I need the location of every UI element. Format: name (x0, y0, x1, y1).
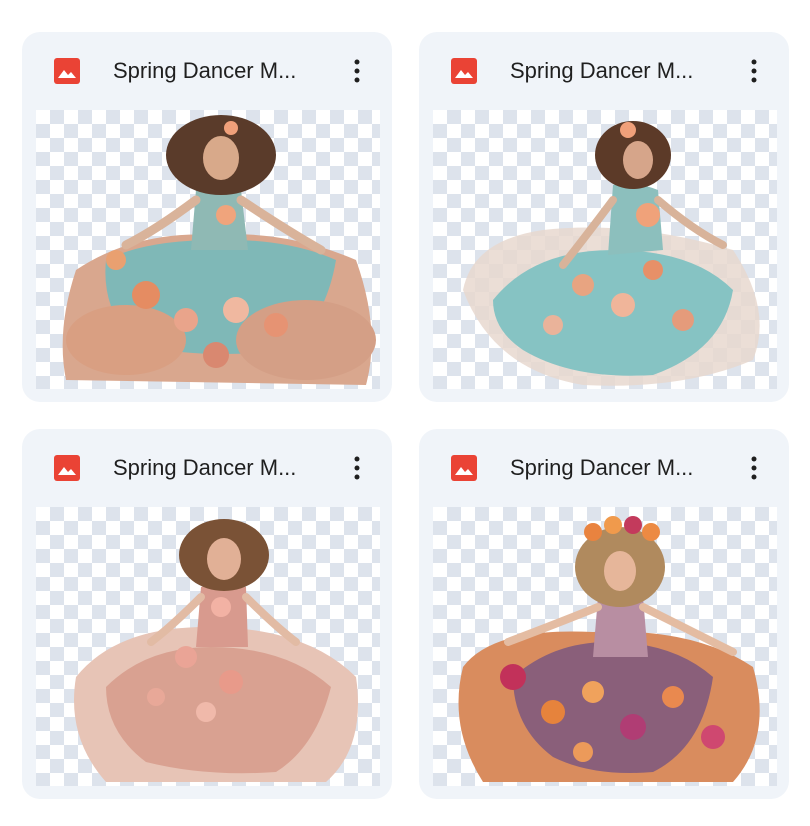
image-file-icon (54, 455, 80, 481)
file-name[interactable]: Spring Dancer M... (113, 58, 318, 84)
more-vert-icon[interactable] (344, 451, 370, 485)
image-file-icon (54, 58, 80, 84)
image-thumbnail[interactable] (36, 110, 380, 389)
file-name[interactable]: Spring Dancer M... (510, 455, 715, 481)
image-thumbnail[interactable] (36, 507, 380, 786)
image-thumbnail[interactable] (433, 507, 777, 786)
file-card[interactable]: Spring Dancer M... (22, 32, 392, 402)
image-file-icon (451, 58, 477, 84)
file-card[interactable]: Spring Dancer M... (419, 429, 789, 799)
more-vert-icon[interactable] (344, 54, 370, 88)
image-file-icon (451, 455, 477, 481)
file-card[interactable]: Spring Dancer M... (419, 32, 789, 402)
image-thumbnail[interactable] (433, 110, 777, 389)
file-name[interactable]: Spring Dancer M... (113, 455, 318, 481)
file-name[interactable]: Spring Dancer M... (510, 58, 715, 84)
file-card[interactable]: Spring Dancer M... (22, 429, 392, 799)
more-vert-icon[interactable] (741, 451, 767, 485)
more-vert-icon[interactable] (741, 54, 767, 88)
